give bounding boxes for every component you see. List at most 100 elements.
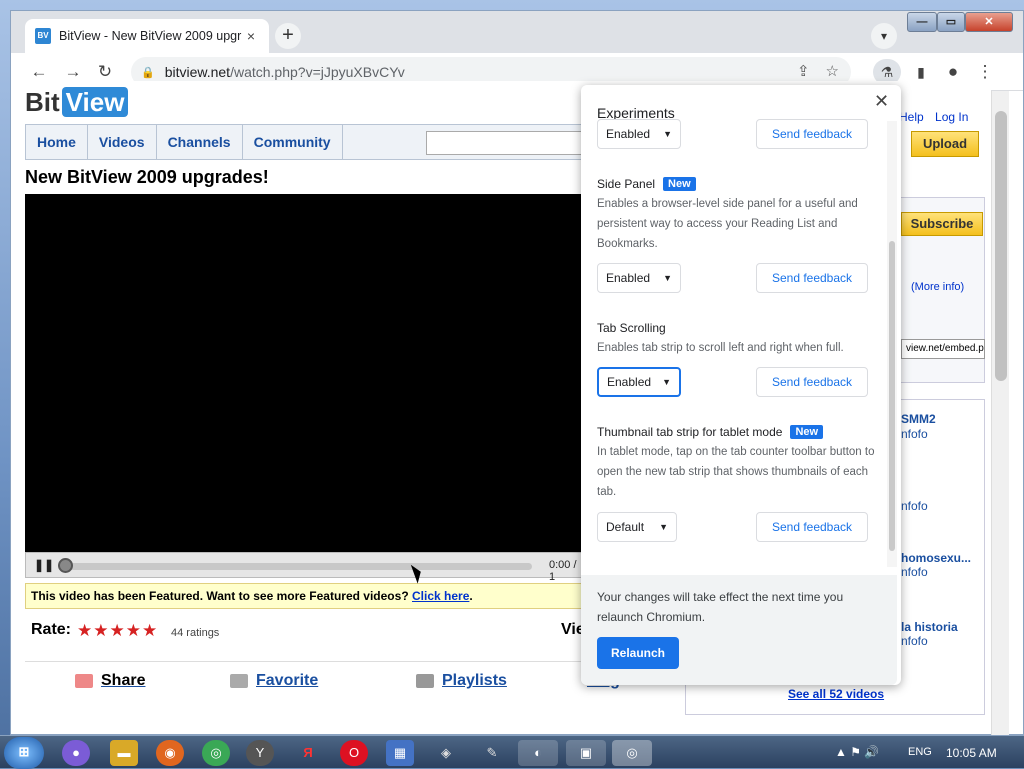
yandex-browser-icon[interactable]: Y bbox=[246, 740, 274, 766]
bitview-logo[interactable]: Bit View bbox=[25, 87, 129, 118]
nav-channels[interactable]: Channels bbox=[157, 125, 243, 159]
page-scroll-thumb[interactable] bbox=[995, 111, 1007, 381]
video-title: New BitView 2009 upgrades! bbox=[25, 167, 269, 187]
window-close-button[interactable]: ✕ bbox=[965, 12, 1013, 32]
tab-close-icon[interactable]: × bbox=[243, 28, 259, 44]
player-controls: ❚❚ 0:00 / 1 bbox=[25, 552, 585, 583]
featured-banner: This video has been Featured. Want to se… bbox=[25, 583, 585, 609]
related-sub-3[interactable]: nfofo bbox=[901, 565, 928, 579]
video-player[interactable] bbox=[25, 194, 585, 552]
nav-videos[interactable]: Videos bbox=[88, 125, 157, 159]
start-button[interactable]: ⊞ bbox=[4, 737, 44, 769]
editor-icon[interactable]: ✎ bbox=[478, 740, 506, 766]
clock[interactable]: 10:05 AM bbox=[946, 746, 997, 760]
experiment-thumbnail-tab-strip: Thumbnail tab strip for tablet mode New I… bbox=[597, 425, 877, 502]
ratings-count: 44 ratings bbox=[171, 627, 220, 639]
opera-icon[interactable]: O bbox=[340, 740, 368, 766]
share-icon[interactable]: ⇪ bbox=[797, 62, 810, 80]
experiment-select-thumbnail-tab-strip[interactable]: Default ▼ bbox=[597, 512, 677, 542]
see-all-videos-link[interactable]: See all 52 videos bbox=[788, 687, 884, 701]
upload-button[interactable]: Upload bbox=[911, 131, 979, 157]
firefox-icon[interactable]: ◉ bbox=[156, 740, 184, 766]
embed-code-field[interactable]: view.net/embed.p bbox=[901, 339, 985, 359]
experiment-select-0[interactable]: Enabled ▼ bbox=[597, 119, 681, 149]
top-links: Help Log In bbox=[891, 110, 968, 124]
app-circle-icon[interactable]: ● bbox=[62, 740, 90, 766]
page-scrollbar[interactable] bbox=[991, 91, 1009, 735]
time-display: 0:00 / 1 bbox=[549, 559, 577, 583]
favorite-action[interactable]: Favorite bbox=[230, 672, 318, 690]
experiment-side-panel: Side Panel New Enables a browser-level si… bbox=[597, 177, 877, 254]
share-action[interactable]: Share bbox=[75, 672, 145, 690]
experiments-list: Enabled ▼ Send feedback Side Panel New Ena… bbox=[581, 119, 885, 575]
nav-community[interactable]: Community bbox=[243, 125, 343, 159]
pause-icon[interactable]: ❚❚ bbox=[34, 558, 54, 572]
tab-title: BitView - New BitView 2009 upgr bbox=[59, 29, 242, 43]
experiment-desc: Enables tab strip to scroll left and rig… bbox=[597, 342, 844, 354]
send-feedback-button-tab-scrolling[interactable]: Send feedback bbox=[756, 367, 868, 397]
nav-home[interactable]: Home bbox=[26, 125, 88, 159]
office-icon[interactable]: ▦ bbox=[386, 740, 414, 766]
experiments-bubble: Experiments ✕ Enabled ▼ Send feedback Sid… bbox=[581, 85, 901, 685]
seek-bar[interactable] bbox=[62, 563, 532, 570]
help-link[interactable]: Help bbox=[899, 110, 924, 124]
bitview-favicon-icon: BV bbox=[35, 28, 51, 44]
experiment-name: Tab Scrolling bbox=[597, 321, 666, 335]
featured-link[interactable]: Click here bbox=[412, 589, 469, 603]
playlists-action[interactable]: Playlists bbox=[416, 672, 507, 690]
experiments-scroll-thumb[interactable] bbox=[889, 241, 895, 551]
experiment-name: Thumbnail tab strip for tablet mode bbox=[597, 425, 783, 439]
rating-stars[interactable]: ★★★★★ bbox=[77, 621, 158, 641]
experiments-scrollbar[interactable] bbox=[887, 121, 897, 567]
raccoon-app-icon[interactable]: ◐ bbox=[518, 740, 558, 766]
experiment-name: Side Panel bbox=[597, 177, 656, 191]
new-badge: New bbox=[663, 177, 696, 191]
send-feedback-button-0[interactable]: Send feedback bbox=[756, 119, 868, 149]
related-title-1[interactable]: SMM2 bbox=[901, 412, 936, 426]
send-feedback-button-side-panel[interactable]: Send feedback bbox=[756, 263, 868, 293]
more-info-link[interactable]: (More info) bbox=[911, 281, 964, 293]
site-search-input[interactable] bbox=[426, 131, 586, 155]
app-icon[interactable]: ◈ bbox=[432, 740, 460, 766]
tab-search-chevron-icon[interactable]: ▾ bbox=[871, 23, 897, 49]
related-sub-4[interactable]: nfofo bbox=[901, 634, 928, 648]
related-title-3[interactable]: homosexu... bbox=[901, 551, 971, 565]
maximize-button[interactable]: ▭ bbox=[937, 12, 965, 32]
send-feedback-button-thumbnail[interactable]: Send feedback bbox=[756, 512, 868, 542]
new-tab-button[interactable]: + bbox=[275, 23, 301, 49]
subscribe-button[interactable]: Subscribe bbox=[901, 212, 983, 236]
playlist-icon bbox=[416, 673, 434, 688]
chromium-taskbar-icon[interactable]: ◎ bbox=[612, 740, 652, 766]
related-title-4[interactable]: la historia bbox=[901, 620, 958, 634]
related-sub-1[interactable]: nfofo bbox=[901, 427, 928, 441]
close-icon[interactable]: ✕ bbox=[874, 91, 889, 112]
relaunch-notice: Your changes will take effect the next t… bbox=[597, 590, 844, 624]
experiments-footer: Your changes will take effect the next t… bbox=[581, 575, 897, 685]
relaunch-button[interactable]: Relaunch bbox=[597, 637, 679, 669]
experiment-select-side-panel[interactable]: Enabled ▼ bbox=[597, 263, 681, 293]
language-indicator[interactable]: ENG bbox=[908, 746, 932, 758]
lock-icon: 🔒 bbox=[141, 66, 155, 79]
rate-label: Rate: bbox=[31, 621, 72, 638]
dropdown-caret-icon: ▼ bbox=[663, 129, 672, 139]
url-text: bitview.net/watch.php?v=jJpyuXBvCYv bbox=[164, 64, 405, 80]
chrome-icon[interactable]: ◎ bbox=[202, 740, 230, 766]
experiment-tab-scrolling: Tab Scrolling Enables tab strip to scrol… bbox=[597, 321, 877, 358]
seek-handle[interactable] bbox=[58, 558, 73, 573]
experiment-desc: Enables a browser-level side panel for a… bbox=[597, 198, 858, 250]
bookmark-star-icon[interactable]: ☆ bbox=[826, 62, 839, 80]
minimize-button[interactable]: — bbox=[907, 12, 937, 32]
heart-icon bbox=[230, 673, 248, 688]
tab-bitview[interactable]: BV BitView - New BitView 2009 upgr × bbox=[25, 19, 269, 53]
dropdown-caret-icon: ▼ bbox=[662, 377, 671, 387]
login-link[interactable]: Log In bbox=[935, 110, 968, 124]
folder-icon[interactable]: ▬ bbox=[110, 740, 138, 766]
video-actions: Share Favorite Playlists Flag bbox=[25, 661, 665, 701]
experiment-select-tab-scrolling[interactable]: Enabled ▼ bbox=[597, 367, 681, 397]
experiment-desc: In tablet mode, tap on the tab counter t… bbox=[597, 446, 875, 498]
monitor-app-icon[interactable]: ▣ bbox=[566, 740, 606, 766]
related-sub-2[interactable]: nfofo bbox=[901, 499, 928, 513]
tray-icons[interactable]: ▲ ⚑ 🔊 bbox=[835, 745, 879, 759]
dropdown-caret-icon: ▼ bbox=[663, 273, 672, 283]
yandex-icon[interactable]: Я bbox=[294, 740, 322, 766]
